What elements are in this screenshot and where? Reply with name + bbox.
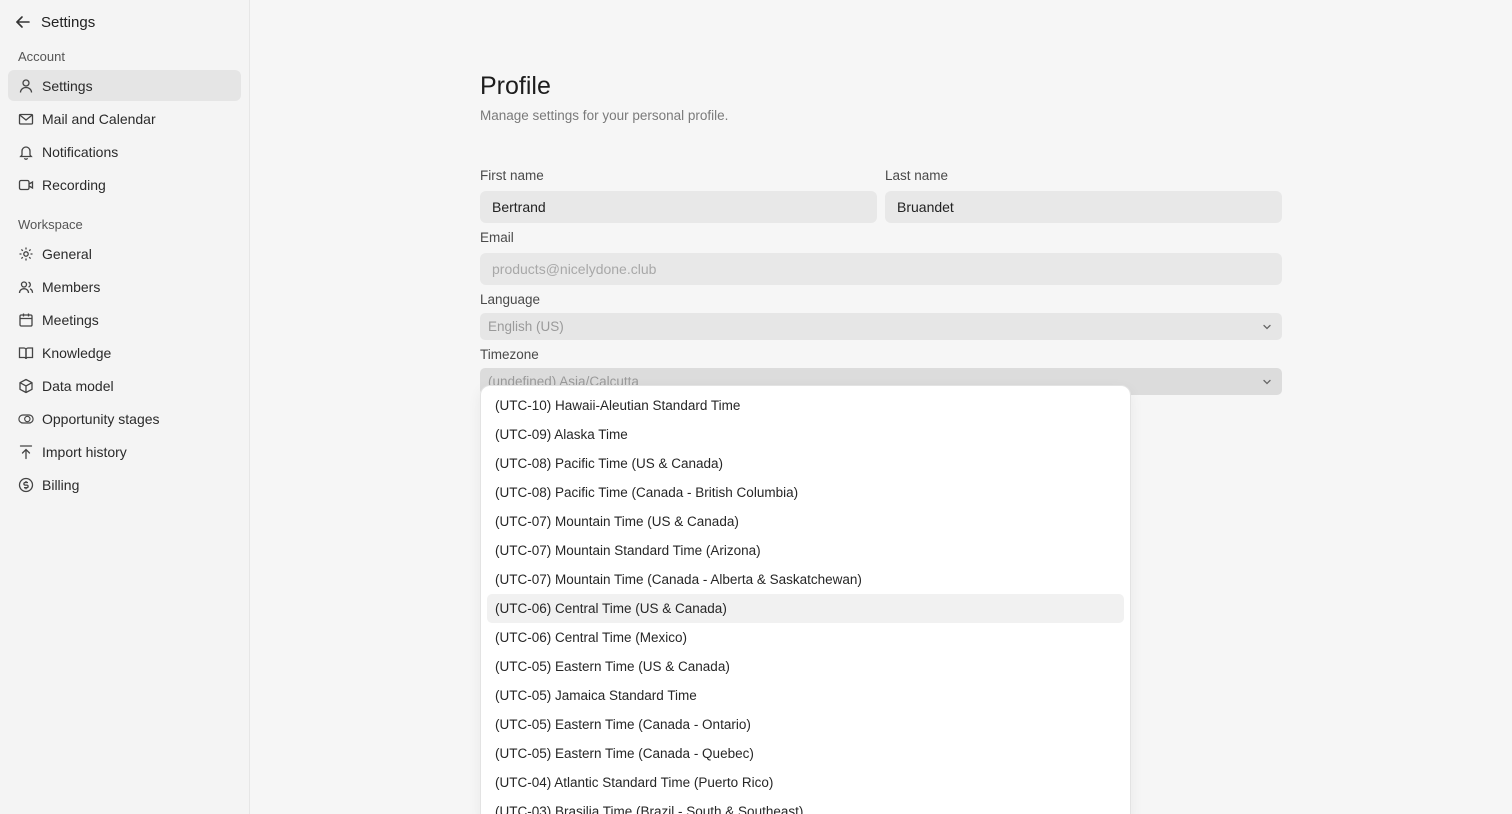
timezone-option[interactable]: (UTC-08) Pacific Time (US & Canada) [487,449,1124,478]
sidebar-item-label: Import history [42,443,127,460]
sidebar-item-label: Members [42,278,101,295]
sidebar-item-label: Recording [42,176,106,193]
first-name-field[interactable]: Bertrand [480,191,877,223]
timezone-option[interactable]: (UTC-05) Eastern Time (Canada - Ontario) [487,710,1124,739]
sidebar-item-label: Meetings [42,311,99,328]
email-label: Email [480,230,514,245]
sidebar-item-meetings[interactable]: Meetings [8,304,241,335]
sidebar-item-import-history[interactable]: Import history [8,436,241,467]
sidebar-item-label: Notifications [42,143,119,160]
bell-icon [18,144,34,160]
language-select-value: English (US) [488,319,564,334]
account-section-label: Account [18,49,65,64]
timezone-option[interactable]: (UTC-03) Brasilia Time (Brazil - South &… [487,797,1124,814]
chevron-down-icon [1260,375,1274,389]
toggle-circles-icon [18,411,34,427]
timezone-option[interactable]: (UTC-07) Mountain Time (Canada - Alberta… [487,565,1124,594]
sidebar-item-settings[interactable]: Settings [8,70,241,101]
cube-icon [18,378,34,394]
timezone-option[interactable]: (UTC-10) Hawaii-Aleutian Standard Time [487,391,1124,420]
arrow-left-icon [14,13,32,31]
sidebar-item-billing[interactable]: Billing [8,469,241,500]
user-icon [18,78,34,94]
sidebar-item-recording[interactable]: Recording [8,169,241,200]
email-field[interactable]: products@nicelydone.club [480,253,1282,285]
timezone-option[interactable]: (UTC-07) Mountain Time (US & Canada) [487,507,1124,536]
sidebar-item-label: Opportunity stages [42,410,160,427]
last-name-label: Last name [885,168,949,183]
timezone-option[interactable]: (UTC-05) Jamaica Standard Time [487,681,1124,710]
back-to-settings[interactable]: Settings [14,10,95,34]
users-icon [18,279,34,295]
sidebar-item-label: Data model [42,377,114,394]
timezone-option[interactable]: (UTC-07) Mountain Standard Time (Arizona… [487,536,1124,565]
timezone-dropdown: (UTC-10) Hawaii-Aleutian Standard Time (… [480,385,1131,814]
last-name-field[interactable]: Bruandet [885,191,1282,223]
calendar-icon [18,312,34,328]
language-select[interactable]: English (US) [480,313,1282,340]
timezone-option[interactable]: (UTC-04) Atlantic Standard Time (Puerto … [487,768,1124,797]
workspace-section-label: Workspace [18,217,83,232]
sidebar-item-data-model[interactable]: Data model [8,370,241,401]
sidebar-item-knowledge[interactable]: Knowledge [8,337,241,368]
sidebar-item-mail-and-calendar[interactable]: Mail and Calendar [8,103,241,134]
timezone-option[interactable]: (UTC-08) Pacific Time (Canada - British … [487,478,1124,507]
timezone-option[interactable]: (UTC-09) Alaska Time [487,420,1124,449]
sidebar-item-opportunity-stages[interactable]: Opportunity stages [8,403,241,434]
book-icon [18,345,34,361]
sidebar-item-label: General [42,245,92,262]
sidebar-item-general[interactable]: General [8,238,241,269]
timezone-option[interactable]: (UTC-05) Eastern Time (Canada - Quebec) [487,739,1124,768]
upload-icon [18,444,34,460]
dollar-circle-icon [18,477,34,493]
sidebar-item-notifications[interactable]: Notifications [8,136,241,167]
sidebar-item-members[interactable]: Members [8,271,241,302]
timezone-option[interactable]: (UTC-06) Central Time (Mexico) [487,623,1124,652]
gear-icon [18,246,34,262]
timezone-option[interactable]: (UTC-05) Eastern Time (US & Canada) [487,652,1124,681]
sidebar-item-label: Billing [42,476,80,493]
language-label: Language [480,292,541,307]
video-icon [18,177,34,193]
page-subtitle: Manage settings for your personal profil… [480,108,729,123]
timezone-label: Timezone [480,347,539,362]
sidebar-item-label: Mail and Calendar [42,110,156,127]
chevron-down-icon [1260,320,1274,334]
page-title: Profile [480,72,551,100]
sidebar-item-label: Knowledge [42,344,112,361]
sidebar-title: Settings [41,13,96,31]
timezone-option-hovered[interactable]: (UTC-06) Central Time (US & Canada) [487,594,1124,623]
mail-icon [18,111,34,127]
sidebar-item-label: Settings [42,77,93,94]
first-name-label: First name [480,168,544,183]
sidebar: Settings Account Settings Mail and Calen… [0,0,250,814]
